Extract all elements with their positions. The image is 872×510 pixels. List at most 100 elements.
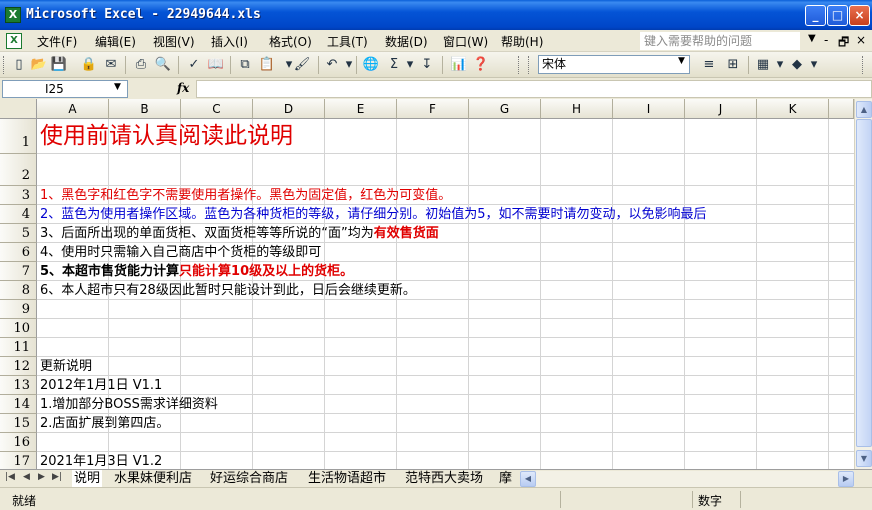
row-header-10[interactable]: 10 — [0, 319, 37, 338]
align-icon[interactable]: ≡ — [700, 56, 718, 74]
minimize-button[interactable]: _ — [805, 5, 826, 26]
sheet-tab-life-market[interactable]: 生活物语超市 — [306, 470, 388, 487]
workbook-icon[interactable]: X — [6, 33, 22, 49]
select-all-corner[interactable] — [0, 99, 37, 119]
column-header-i[interactable]: I — [613, 99, 685, 119]
borders-icon[interactable]: ▦ — [754, 56, 772, 74]
cell-a7[interactable]: 5、本超市售货能力计算只能计算10级及以上的货柜。 — [40, 263, 353, 280]
insert-function-icon[interactable]: fx — [177, 81, 189, 95]
menu-edit[interactable]: 编辑(E) — [95, 33, 136, 50]
menu-help[interactable]: 帮助(H) — [501, 33, 543, 50]
copy-icon[interactable]: ⧉ — [236, 56, 254, 74]
toolbar-grip[interactable] — [862, 56, 865, 74]
cell-a5[interactable]: 3、后面所出现的单面货柜、双面货柜等等所说的“面”均为有效售货面 — [40, 225, 439, 242]
row-header-12[interactable]: 12 — [0, 357, 37, 376]
format-painter-icon[interactable]: 🖌 — [293, 56, 311, 74]
borders-dropdown-icon[interactable]: ▾ — [771, 56, 789, 74]
cell-a13[interactable]: 2012年1月1日 V1.1 — [40, 377, 162, 394]
last-sheet-icon[interactable]: ▶| — [52, 472, 62, 482]
first-sheet-icon[interactable]: |◀ — [5, 472, 15, 482]
cell-a3[interactable]: 1、黑色字和红色字不需要使用者操作。黑色为固定值，红色为可变值。 — [40, 187, 451, 204]
column-header-d[interactable]: D — [253, 99, 325, 119]
row-header-13[interactable]: 13 — [0, 376, 37, 395]
cell-a12[interactable]: 更新说明 — [40, 358, 92, 375]
permission-icon[interactable]: 🔒 — [80, 56, 98, 74]
sheet-tab-fantasy-mall[interactable]: 范特西大卖场 — [403, 470, 485, 487]
column-header-a[interactable]: A — [37, 99, 109, 119]
open-icon[interactable]: 📂 — [30, 56, 48, 74]
fill-color-dropdown-icon[interactable]: ▾ — [805, 56, 823, 74]
help-dropdown-icon[interactable]: ▼ — [808, 33, 816, 44]
new-icon[interactable]: ▯ — [10, 56, 28, 74]
row-header-4[interactable]: 4 — [0, 205, 37, 224]
row-header-2[interactable]: 2 — [0, 154, 37, 186]
research-icon[interactable]: 📖 — [207, 56, 225, 74]
scroll-up-icon[interactable]: ▲ — [856, 101, 872, 118]
row-header-17[interactable]: 17 — [0, 452, 37, 469]
scroll-right-icon[interactable]: ▶ — [838, 471, 854, 487]
help-icon[interactable]: ❓ — [472, 56, 490, 74]
vertical-scroll-thumb[interactable] — [856, 119, 872, 447]
row-header-8[interactable]: 8 — [0, 281, 37, 300]
excel-app-icon[interactable]: X — [5, 7, 21, 23]
doc-close-button[interactable]: × — [856, 33, 866, 47]
doc-minimize-button[interactable]: - — [824, 33, 828, 47]
toolbar-grip[interactable] — [518, 56, 521, 74]
sheet-tab-lucky-store[interactable]: 好运综合商店 — [208, 470, 290, 487]
menu-file[interactable]: 文件(F) — [37, 33, 77, 50]
email-icon[interactable]: ✉ — [102, 56, 120, 74]
row-header-11[interactable]: 11 — [0, 338, 37, 357]
row-header-3[interactable]: 3 — [0, 186, 37, 205]
row-header-6[interactable]: 6 — [0, 243, 37, 262]
prev-sheet-icon[interactable]: ◀ — [23, 472, 30, 482]
cell-a14[interactable]: 1.增加部分BOSS需求详细资料 — [40, 396, 218, 413]
column-header-j[interactable]: J — [685, 99, 757, 119]
print-icon[interactable]: ⎙ — [132, 56, 150, 74]
horizontal-scrollbar[interactable]: ◀ ▶ — [520, 471, 854, 487]
cell-a1-title[interactable]: 使用前请认真阅读此说明 — [40, 121, 293, 151]
sheet-tab-fruit-store[interactable]: 水果妹便利店 — [112, 470, 194, 487]
maximize-button[interactable]: □ — [827, 5, 848, 26]
scroll-left-icon[interactable]: ◀ — [520, 471, 536, 487]
font-dropdown-icon[interactable]: ▼ — [678, 56, 685, 66]
fill-color-icon[interactable]: ◆ — [788, 56, 806, 74]
spelling-icon[interactable]: ✓ — [185, 56, 203, 74]
menu-tools[interactable]: 工具(T) — [327, 33, 368, 50]
chart-icon[interactable]: 📊 — [450, 56, 468, 74]
column-header-h[interactable]: H — [541, 99, 613, 119]
scroll-down-icon[interactable]: ▼ — [856, 450, 872, 467]
print-preview-icon[interactable]: 🔍 — [154, 56, 172, 74]
column-header-k[interactable]: K — [757, 99, 829, 119]
menu-window[interactable]: 窗口(W) — [443, 33, 488, 50]
row-header-7[interactable]: 7 — [0, 262, 37, 281]
sheet-tab-partial[interactable]: 摩 — [497, 470, 514, 487]
row-header-16[interactable]: 16 — [0, 433, 37, 452]
sheet-tab-instructions[interactable]: 说明 — [72, 470, 103, 487]
menu-format[interactable]: 格式(O) — [269, 33, 312, 50]
row-header-9[interactable]: 9 — [0, 300, 37, 319]
vertical-scrollbar[interactable]: ▲ ▼ — [854, 99, 872, 469]
column-header-partial[interactable] — [829, 99, 854, 119]
cell-a8[interactable]: 6、本人超市只有28级因此暂时只能设计到此，日后会继续更新。 — [40, 282, 416, 299]
autosum-dropdown-icon[interactable]: ▾ — [401, 56, 419, 74]
row-header-1[interactable]: 1 — [0, 119, 37, 154]
column-header-e[interactable]: E — [325, 99, 397, 119]
cell-a6[interactable]: 4、使用时只需输入自己商店中个货柜的等级即可 — [40, 244, 321, 261]
formula-input[interactable] — [196, 80, 872, 98]
font-name-select[interactable]: 宋体 — [538, 55, 690, 74]
paste-icon[interactable]: 📋 — [258, 56, 276, 74]
undo-icon[interactable]: ↶ — [323, 56, 341, 74]
doc-restore-button[interactable]: 🗗 — [838, 33, 849, 54]
cell-a4[interactable]: 2、蓝色为使用者操作区域。蓝色为各种货柜的等级，请仔细分别。初始值为5，如不需要… — [40, 206, 707, 223]
column-header-b[interactable]: B — [109, 99, 181, 119]
sort-icon[interactable]: ↧ — [418, 56, 436, 74]
cell-a15[interactable]: 2.店面扩展到第四店。 — [40, 415, 169, 432]
row-header-14[interactable]: 14 — [0, 395, 37, 414]
row-header-15[interactable]: 15 — [0, 414, 37, 433]
name-box-dropdown-icon[interactable]: ▼ — [114, 82, 121, 92]
toolbar-grip[interactable] — [3, 56, 6, 74]
menu-view[interactable]: 视图(V) — [153, 33, 195, 50]
cell-a17[interactable]: 2021年1月3日 V1.2 — [40, 453, 162, 469]
toolbar-grip[interactable] — [528, 56, 531, 74]
save-icon[interactable]: 💾 — [50, 56, 68, 74]
